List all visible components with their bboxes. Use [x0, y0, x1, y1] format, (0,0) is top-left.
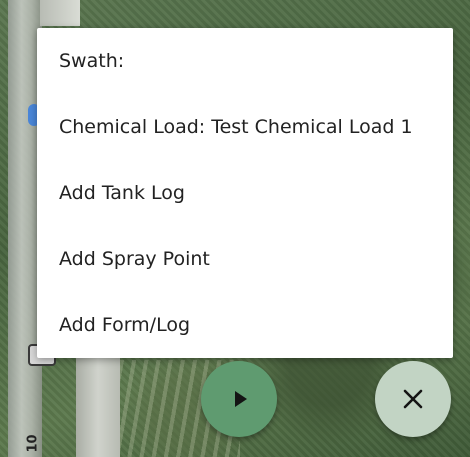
map-route-label: 10: [25, 434, 41, 453]
map-road-top: [40, 0, 80, 26]
context-menu: Swath: Chemical Load: Test Chemical Load…: [37, 28, 453, 358]
menu-item-add-tank-log[interactable]: Add Tank Log: [37, 160, 453, 226]
menu-item-add-spray-point[interactable]: Add Spray Point: [37, 226, 453, 292]
menu-item-chemical-load[interactable]: Chemical Load: Test Chemical Load 1: [37, 94, 453, 160]
play-icon: [235, 391, 247, 407]
menu-item-swath[interactable]: Swath:: [37, 28, 453, 94]
app-screen: 10 Swath: Chemical Load: Test Chemical L…: [0, 0, 470, 457]
close-button[interactable]: [375, 361, 451, 437]
close-icon: [403, 389, 423, 409]
menu-item-add-form-log[interactable]: Add Form/Log: [37, 292, 453, 358]
play-button[interactable]: [201, 361, 277, 437]
